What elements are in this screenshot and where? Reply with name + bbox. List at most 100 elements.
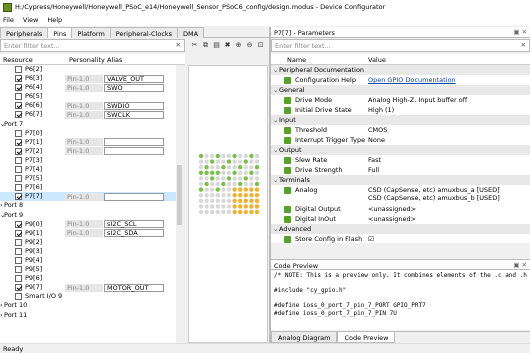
tab-platform[interactable]: Platform [71, 27, 111, 38]
col-personality[interactable]: Personality [66, 54, 105, 64]
pin-row[interactable]: P7[5] [0, 174, 183, 183]
tab-dma[interactable]: DMA [177, 27, 205, 38]
zoom-in-icon[interactable]: ⊕ [234, 41, 243, 50]
clear-params-filter-icon[interactable]: ✕ [521, 41, 526, 49]
port-row[interactable]: ⌄ Port 9 [0, 211, 183, 220]
pin-row[interactable]: P6[6] Pin-1.0 SWDIO [0, 101, 183, 110]
pin-checkbox[interactable] [15, 293, 22, 301]
pin-row[interactable]: P6[4] Pin-1.0 SWO [0, 83, 183, 92]
pin-personality[interactable]: Pin-1.0 [65, 220, 103, 229]
expand-icon[interactable]: › [0, 311, 3, 319]
pin-checkbox[interactable] [15, 129, 22, 137]
tab-pins[interactable]: Pins [47, 27, 73, 38]
cut-icon[interactable]: ✂ [190, 41, 199, 50]
collapse-icon[interactable]: ⌄ [273, 224, 278, 234]
pin-checkbox[interactable] [15, 166, 22, 174]
pin-row[interactable]: P6[3] Pin-1.0 VALVE_OUT [0, 74, 183, 83]
param-value[interactable]: <unassigned> [368, 204, 416, 214]
port-row[interactable]: ⌄ Port 7 [0, 120, 183, 129]
param-row[interactable]: Slew Rate Fast [271, 155, 530, 165]
pin-alias-input[interactable]: sI2C_SDA [104, 229, 164, 238]
paste-icon[interactable]: ▤ [212, 41, 221, 50]
collapse-icon[interactable]: ⌄ [273, 145, 278, 155]
param-row[interactable]: Analog CSD (CapSense, etc) amuxbus_a [USE… [271, 185, 530, 204]
pin-checkbox[interactable] [15, 156, 22, 164]
collapse-icon[interactable]: ⌄ [273, 115, 278, 125]
pin-row[interactable]: P9[7] Pin-1.0 MOTOR_OUT [0, 283, 183, 292]
collapse-icon[interactable]: ⌄ [273, 175, 278, 185]
param-value[interactable]: Full [368, 165, 379, 175]
col-alias[interactable]: Alias [104, 54, 122, 64]
code-panel-controls-icon[interactable]: ▣ ✕ [513, 261, 527, 269]
collapse-icon[interactable]: ⌄ [273, 65, 278, 75]
col-name[interactable]: Name [287, 56, 306, 64]
pin-checkbox[interactable] [15, 93, 22, 101]
param-value[interactable]: <unassigned> [368, 214, 416, 224]
pin-checkbox[interactable] [15, 193, 22, 201]
pin-row[interactable]: P9[3] [0, 247, 183, 256]
pin-alias-input[interactable]: sI2C_SCL [104, 220, 164, 229]
params-filter-input[interactable]: Enter filter text... ✕ [271, 39, 530, 52]
pin-personality[interactable]: Pin-1.0 [65, 147, 103, 156]
pin-checkbox[interactable] [15, 247, 22, 255]
param-value[interactable]: CMOS [368, 125, 387, 135]
tab-peripherals[interactable]: Peripherals [0, 27, 49, 38]
param-row[interactable]: Store Config in Flash ☑ [271, 234, 530, 243]
copy-icon[interactable]: ⧉ [201, 41, 210, 50]
chip-pin-diagram[interactable] [189, 66, 269, 344]
pin-alias-input[interactable] [104, 147, 164, 156]
pins-scrollbar-thumb[interactable] [177, 165, 182, 225]
pin-checkbox[interactable] [15, 111, 22, 119]
pin-personality[interactable]: Pin-1.0 [65, 83, 103, 92]
pin-personality[interactable]: Pin-1.0 [65, 138, 103, 147]
col-value[interactable]: Value [368, 56, 386, 64]
pin-checkbox[interactable] [15, 238, 22, 246]
pin-checkbox[interactable] [15, 275, 22, 283]
pin-row[interactable]: P7[4] [0, 165, 183, 174]
clear-filter-icon[interactable]: ✕ [176, 41, 181, 49]
pin-personality[interactable]: Pin-1.0 [65, 283, 103, 292]
pin-row[interactable]: P9[0] Pin-1.0 sI2C_SCL [0, 220, 183, 229]
pin-row[interactable]: P9[1] Pin-1.0 sI2C_SDA [0, 229, 183, 238]
pin-row[interactable]: P9[6] [0, 274, 183, 283]
pin-row[interactable]: P7[7] Pin-1.0 [0, 192, 183, 202]
collapse-icon[interactable]: ⌄ [273, 85, 278, 95]
menu-help[interactable]: Help [47, 16, 62, 24]
param-value[interactable]: Fast [368, 155, 381, 165]
param-value[interactable]: High (1) [368, 105, 394, 115]
pin-row[interactable]: P7[1] Pin-1.0 [0, 138, 183, 147]
tab-analog-diagram[interactable]: Analog Diagram [271, 332, 338, 343]
pin-alias-input[interactable]: SWCLK [104, 110, 164, 119]
param-row[interactable]: Drive Strength Full [271, 165, 530, 175]
expand-icon[interactable]: › [0, 301, 3, 309]
port-row[interactable]: › Port 10 [0, 301, 183, 310]
tab-code-preview[interactable]: Code Preview [337, 332, 396, 343]
pin-row[interactable]: P6[2] [0, 65, 183, 74]
pin-checkbox[interactable] [15, 266, 22, 274]
pin-checkbox[interactable] [15, 220, 22, 228]
col-resource[interactable]: Resource [0, 54, 66, 64]
pin-alias-input[interactable]: SWO [104, 83, 164, 92]
code-preview-text[interactable]: /* NOTE: This is a preview only. It comb… [271, 270, 530, 330]
pin-checkbox[interactable] [15, 147, 22, 155]
pin-personality[interactable]: Pin-1.0 [65, 74, 103, 83]
param-row[interactable]: Digital Output <unassigned> [271, 204, 530, 214]
pin-alias-input[interactable]: MOTOR_OUT [104, 283, 164, 292]
pin-row[interactable]: P6[7] Pin-1.0 SWCLK [0, 110, 183, 119]
port-row[interactable]: › Port 11 [0, 311, 183, 320]
pins-scrollbar[interactable] [176, 65, 183, 343]
menu-file[interactable]: File [3, 16, 14, 24]
pin-alias-input[interactable] [104, 138, 164, 147]
pin-row[interactable]: P7[0] [0, 129, 183, 138]
pin-row[interactable]: P9[5] [0, 265, 183, 274]
param-row[interactable]: Initial Drive State High (1) [271, 105, 530, 115]
tab-peripheral-clocks[interactable]: Peripheral-Clocks [109, 27, 179, 38]
pin-checkbox[interactable] [15, 256, 22, 264]
param-value[interactable]: Open GPIO Documentation [368, 75, 456, 85]
expand-icon[interactable]: › [0, 201, 3, 209]
pin-row[interactable]: P7[3] [0, 156, 183, 165]
pin-row[interactable]: P7[2] Pin-1.0 [0, 147, 183, 156]
pin-personality[interactable]: Pin-1.0 [65, 110, 103, 119]
delete-icon[interactable]: ✖ [223, 41, 232, 50]
pin-checkbox[interactable] [15, 184, 22, 192]
